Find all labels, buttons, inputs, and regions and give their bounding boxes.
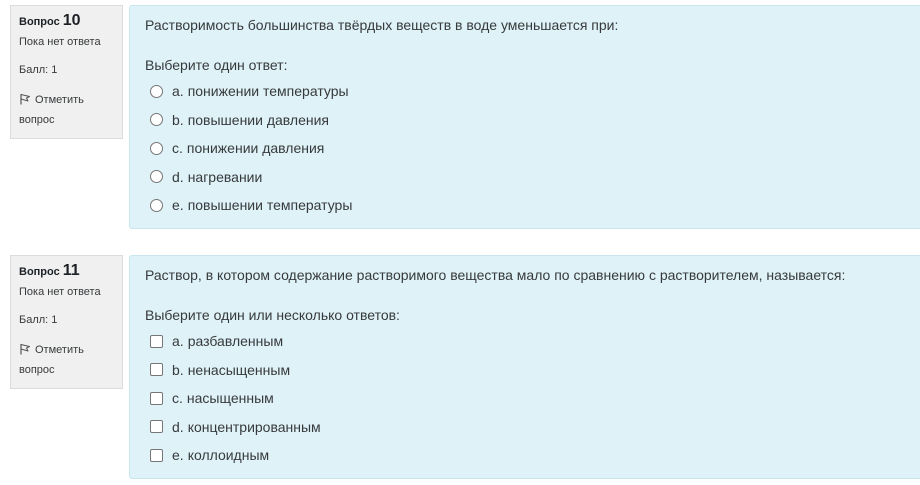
answer-letter: d. <box>172 168 184 185</box>
answer-letter: b. <box>172 111 184 128</box>
answer-label: нагревании <box>187 168 263 185</box>
answer-label: разбавленным <box>187 333 284 350</box>
question-number: Вопрос 11 <box>19 262 80 279</box>
answer-label: ненасыщенным <box>187 361 291 378</box>
flag-question-button[interactable]: Отметить вопрос <box>19 90 114 130</box>
checkbox[interactable] <box>150 448 163 462</box>
answer-label: коллоидным <box>187 447 270 464</box>
radio-button[interactable] <box>150 84 163 98</box>
answer-label: повышении температуры <box>187 197 353 214</box>
answer-letter: b. <box>172 361 184 378</box>
answer-label: понижении температуры <box>187 83 349 100</box>
answer-letter: c. <box>172 390 183 407</box>
answer-label: повышении давления <box>187 111 329 128</box>
checkbox[interactable] <box>150 391 163 405</box>
answer-prompt: Выберите один ответ: <box>145 57 288 73</box>
question-text: Растворимость большинства твёрдых вещест… <box>145 17 619 33</box>
checkbox[interactable] <box>150 363 163 377</box>
answer-option-b[interactable]: b. повышении давления <box>145 106 908 135</box>
answer-option-e[interactable]: e. повышении температуры <box>145 191 908 220</box>
question-number: Вопрос 10 <box>19 12 81 29</box>
answer-letter: a. <box>172 333 184 350</box>
answer-option-c[interactable]: c. понижении давления <box>145 134 908 163</box>
flag-icon <box>20 344 30 355</box>
answer-letter: e. <box>172 197 184 214</box>
radio-button[interactable] <box>150 113 163 127</box>
question-grade: Балл: 1 <box>19 64 58 76</box>
answer-option-c[interactable]: c. насыщенным <box>145 384 908 413</box>
question-info-panel: Вопрос 10 Пока нет ответа Балл: 1 Отмети… <box>10 5 123 139</box>
answer-label: концентрированным <box>187 418 321 435</box>
answer-prompt: Выберите один или несколько ответов: <box>145 307 400 323</box>
radio-button[interactable] <box>150 170 163 184</box>
flag-question-button[interactable]: Отметить вопрос <box>19 340 114 380</box>
checkbox[interactable] <box>150 420 163 434</box>
answer-letter: d. <box>172 418 184 435</box>
answer-option-e[interactable]: e. коллоидным <box>145 441 908 470</box>
radio-button[interactable] <box>150 198 163 212</box>
answer-list: a. понижении температуры b. повышении да… <box>145 77 908 220</box>
answer-option-d[interactable]: d. концентрированным <box>145 413 908 442</box>
answer-label: насыщенным <box>186 390 274 407</box>
question-state: Пока нет ответа <box>19 286 101 298</box>
answer-option-a[interactable]: a. понижении температуры <box>145 77 908 106</box>
answer-option-d[interactable]: d. нагревании <box>145 163 908 192</box>
radio-button[interactable] <box>150 141 163 155</box>
question-content: Раствор, в котором содержание растворимо… <box>129 255 920 479</box>
answer-option-b[interactable]: b. ненасыщенным <box>145 356 908 385</box>
question-text: Раствор, в котором содержание растворимо… <box>145 267 846 283</box>
answer-letter: a. <box>172 83 184 100</box>
answer-letter: e. <box>172 447 184 464</box>
question-content: Растворимость большинства твёрдых вещест… <box>129 5 920 229</box>
answer-label: понижении давления <box>186 140 325 157</box>
answer-letter: c. <box>172 140 183 157</box>
flag-icon <box>20 94 30 105</box>
question-grade: Балл: 1 <box>19 314 58 326</box>
answer-list: a. разбавленным b. ненасыщенным c. насыщ… <box>145 327 908 470</box>
answer-option-a[interactable]: a. разбавленным <box>145 327 908 356</box>
question-info-panel: Вопрос 11 Пока нет ответа Балл: 1 Отмети… <box>10 255 123 389</box>
question-state: Пока нет ответа <box>19 36 101 48</box>
checkbox[interactable] <box>150 334 163 348</box>
